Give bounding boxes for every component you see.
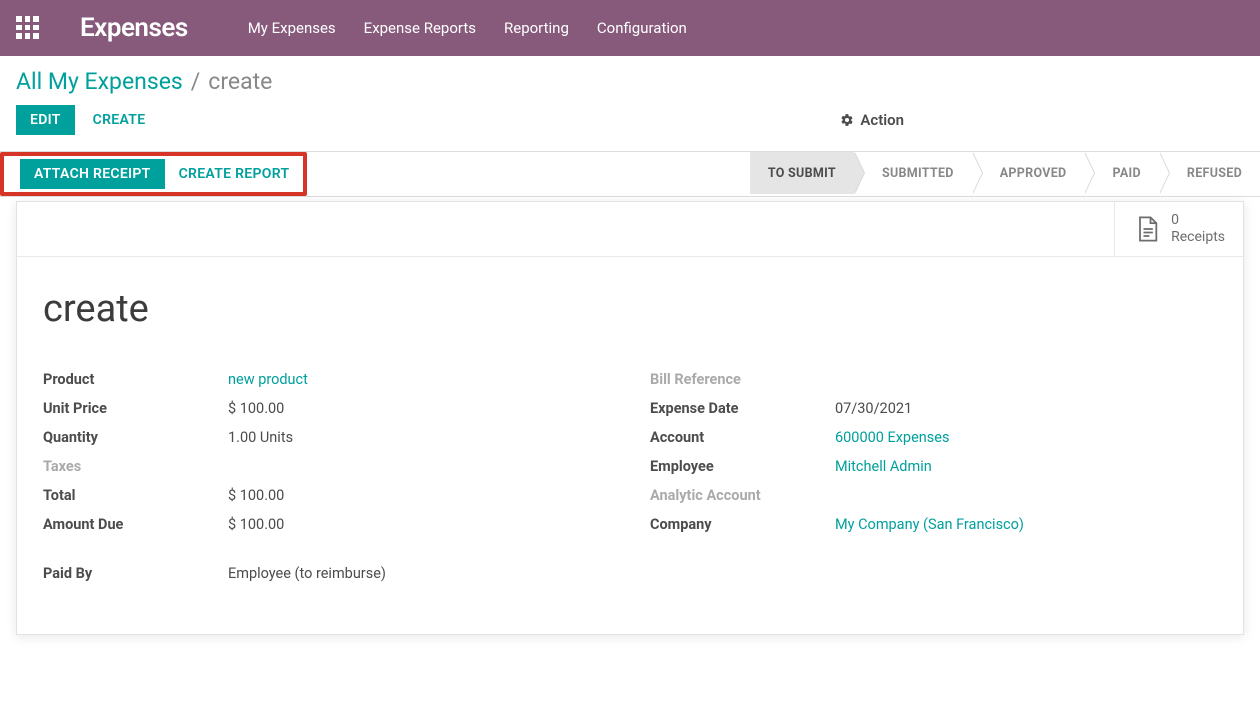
unit-price-value: $ 100.00 [228,400,284,417]
amount-due-label: Amount Due [43,516,228,533]
quantity-value: 1.00 Units [228,429,293,446]
bill-ref-label: Bill Reference [650,371,835,388]
statusbar: ATTACH RECEIPT CREATE REPORT TO SUBMIT S… [0,151,1260,197]
gear-icon [840,113,854,127]
breadcrumb-separator: / [191,68,201,95]
navbar: Expenses My Expenses Expense Reports Rep… [0,0,1260,56]
stage-to-submit[interactable]: TO SUBMIT [750,152,854,194]
edit-button[interactable]: EDIT [16,105,75,135]
stage-refused[interactable]: REFUSED [1159,152,1260,194]
status-stages: TO SUBMIT SUBMITTED APPROVED PAID REFUSE… [750,152,1260,196]
attach-receipt-button[interactable]: ATTACH RECEIPT [20,159,165,189]
apps-icon[interactable] [16,16,40,40]
expense-date-value: 07/30/2021 [835,400,912,417]
account-value[interactable]: 600000 Expenses [835,429,949,446]
nav-reporting[interactable]: Reporting [504,19,569,37]
employee-label: Employee [650,458,835,475]
company-value[interactable]: My Company (San Francisco) [835,516,1024,533]
create-button[interactable]: CREATE [93,105,146,135]
left-column: Product new product Unit Price $ 100.00 … [43,371,610,594]
form-sheet: 0 Receipts create Product new product Un… [16,201,1244,635]
receipts-label: Receipts [1171,229,1225,246]
company-label: Company [650,516,835,533]
breadcrumb-current: create [208,68,272,95]
expense-date-label: Expense Date [650,400,835,417]
product-value[interactable]: new product [228,371,308,388]
paid-by-value: Employee (to reimburse) [228,565,386,582]
analytic-label: Analytic Account [650,487,835,504]
nav-configuration[interactable]: Configuration [597,19,687,37]
product-label: Product [43,371,228,388]
unit-price-label: Unit Price [43,400,228,417]
create-report-button[interactable]: CREATE REPORT [165,159,304,189]
quantity-label: Quantity [43,429,228,446]
breadcrumb: All My Expenses / create [16,68,1244,95]
action-dropdown[interactable]: Action [840,111,1244,129]
button-box: 0 Receipts [17,202,1243,257]
receipts-stat-button[interactable]: 0 Receipts [1114,202,1243,256]
amount-due-value: $ 100.00 [228,516,284,533]
right-column: Bill Reference Expense Date 07/30/2021 A… [650,371,1217,594]
action-label: Action [860,111,904,129]
record-title: create [43,287,1217,331]
total-value: $ 100.00 [228,487,284,504]
highlighted-buttons: ATTACH RECEIPT CREATE REPORT [0,152,307,196]
page-icon [1133,215,1161,243]
nav-expense-reports[interactable]: Expense Reports [364,19,476,37]
stage-paid[interactable]: PAID [1084,152,1158,194]
breadcrumb-parent[interactable]: All My Expenses [16,68,183,95]
nav-my-expenses[interactable]: My Expenses [248,19,336,37]
account-label: Account [650,429,835,446]
paid-by-label: Paid By [43,565,228,582]
stage-submitted[interactable]: SUBMITTED [854,152,972,194]
control-panel: All My Expenses / create EDIT CREATE Act… [0,56,1260,151]
receipts-count: 0 [1171,212,1225,229]
taxes-label: Taxes [43,458,228,475]
total-label: Total [43,487,228,504]
stage-approved[interactable]: APPROVED [972,152,1085,194]
nav-menu: My Expenses Expense Reports Reporting Co… [248,19,687,37]
brand-title[interactable]: Expenses [80,13,188,43]
employee-value[interactable]: Mitchell Admin [835,458,932,475]
